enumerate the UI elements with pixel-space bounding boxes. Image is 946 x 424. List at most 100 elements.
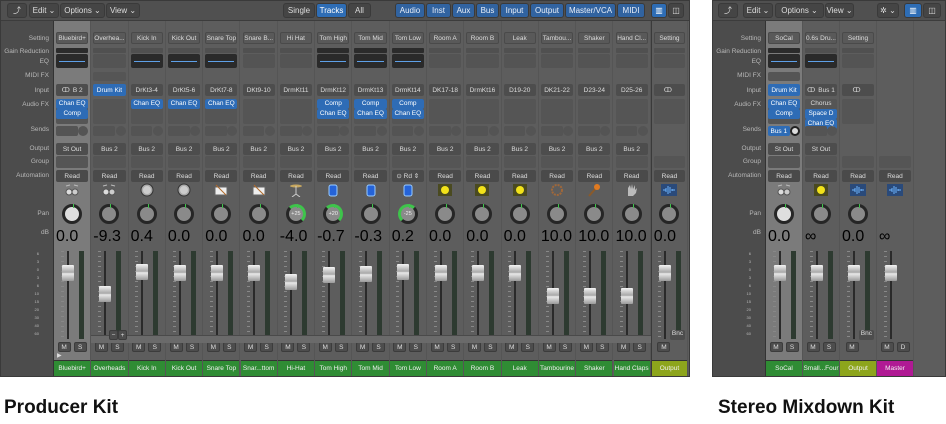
shaker-icon[interactable] [586, 183, 602, 197]
input-slot[interactable]: Drum Kit [768, 84, 800, 96]
expand-triangle-icon[interactable]: ▶ [57, 352, 62, 359]
group-slot[interactable] [615, 156, 648, 168]
send-slot[interactable] [167, 126, 190, 136]
group-slot[interactable] [879, 156, 911, 168]
eq-thumbnail[interactable] [317, 54, 350, 68]
send-level-knob[interactable] [525, 126, 536, 136]
pan-knob[interactable] [509, 204, 530, 224]
remove-channel-button[interactable]: − [109, 330, 118, 340]
eq-thumbnail[interactable] [466, 54, 499, 68]
automation-mode-button[interactable]: Read [167, 170, 201, 182]
output-slot[interactable]: Bus 2 [167, 143, 201, 155]
setting-button[interactable]: Snare Top [205, 32, 238, 44]
automation-mode-button[interactable]: Read [615, 170, 648, 182]
output-slot[interactable]: St Out [805, 143, 837, 155]
send-slot[interactable] [391, 126, 414, 136]
room-icon[interactable] [512, 183, 528, 197]
send-slot[interactable] [317, 126, 339, 136]
output-slot[interactable]: St Out [56, 143, 89, 155]
automation-mode-button[interactable]: Read [578, 170, 611, 182]
output-slot[interactable]: Bus 2 [279, 143, 313, 155]
channel-name[interactable]: Tom Mid [352, 360, 389, 376]
volume-fader[interactable] [847, 265, 860, 281]
eq-thumbnail[interactable] [768, 54, 800, 68]
mute-button[interactable]: M [169, 342, 183, 352]
output-slot[interactable]: Bus 2 [578, 143, 611, 155]
volume-fader[interactable] [173, 265, 186, 281]
channel-name[interactable]: Snar...ttom [240, 360, 277, 376]
audio-fx-plugin[interactable]: Chan EQ [391, 109, 424, 119]
mute-button[interactable]: M [845, 342, 859, 352]
setting-button[interactable]: SoCal [768, 32, 800, 44]
send-level-knob[interactable] [637, 126, 648, 136]
send-level-knob[interactable] [563, 126, 574, 136]
group-slot[interactable] [805, 156, 837, 168]
automation-mode-button[interactable]: Read [805, 170, 837, 182]
group-slot[interactable] [503, 156, 536, 168]
input-slot[interactable]: DKt9-10 [242, 84, 275, 96]
snare-icon[interactable] [213, 183, 229, 197]
eq-thumbnail[interactable] [242, 54, 275, 68]
solo-button[interactable]: S [483, 342, 497, 352]
wave-icon[interactable] [850, 183, 866, 197]
pan-knob[interactable] [99, 204, 120, 224]
input-slot[interactable]: DrmKt16 [466, 84, 499, 96]
setting-button[interactable]: Kick Out [167, 32, 201, 44]
wave-icon[interactable] [887, 183, 903, 197]
mute-button[interactable]: M [393, 342, 407, 352]
automation-mode-button[interactable]: Read [653, 170, 686, 182]
tom-icon[interactable] [325, 183, 341, 197]
input-slot[interactable]: DrKt7-8 [205, 84, 238, 96]
midi-fx-slot[interactable] [93, 72, 126, 81]
pan-knob[interactable] [472, 204, 493, 224]
group-slot[interactable] [429, 156, 462, 168]
eq-thumbnail[interactable] [93, 54, 126, 68]
volume-fader[interactable] [98, 286, 111, 303]
eq-thumbnail[interactable] [130, 54, 163, 68]
output-slot[interactable]: Bus 2 [93, 143, 126, 155]
solo-button[interactable]: S [521, 342, 535, 352]
setting-button[interactable]: 0.6s Dru... [805, 32, 837, 44]
volume-fader[interactable] [434, 265, 447, 281]
output-slot[interactable]: St Out [768, 143, 800, 155]
bounce-button[interactable]: Bnc [858, 330, 874, 340]
mute-button[interactable]: M [94, 342, 108, 352]
channel-name[interactable]: Room A [427, 360, 464, 376]
pan-knob[interactable] [621, 204, 642, 224]
pan-knob[interactable] [774, 204, 794, 224]
send-slot[interactable] [354, 126, 377, 136]
send-level-knob[interactable] [152, 126, 163, 136]
group-slot[interactable] [167, 156, 201, 168]
input-slot[interactable]: D23-24 [578, 84, 611, 96]
mute-button[interactable]: M [57, 342, 71, 352]
pan-knob[interactable] [211, 204, 232, 224]
setting-button[interactable]: Tom High [317, 32, 350, 44]
volume-fader[interactable] [773, 265, 786, 281]
edit-menu[interactable]: Edit ⌄ [743, 3, 773, 18]
solo-button[interactable]: S [110, 342, 124, 352]
channel-name[interactable]: Output [651, 360, 688, 376]
automation-mode-button[interactable]: Read [429, 170, 462, 182]
audio-fx-plugin[interactable]: Comp [354, 99, 387, 109]
solo-button[interactable]: S [297, 342, 311, 352]
channel-name[interactable]: Overheads [91, 360, 128, 376]
automation-mode-button[interactable]: Read [540, 170, 574, 182]
solo-button[interactable]: S [222, 342, 236, 352]
channel-name[interactable]: Bluebird+ [54, 360, 91, 376]
audio-fx-plugin[interactable]: Comp [56, 109, 89, 119]
mute-button[interactable]: M [318, 342, 332, 352]
send-level-knob[interactable] [190, 126, 201, 136]
group-slot[interactable] [391, 156, 424, 168]
automation-mode-button[interactable]: Read [842, 170, 874, 182]
volume-fader[interactable] [810, 265, 823, 281]
group-slot[interactable] [205, 156, 238, 168]
mute-button[interactable]: M [579, 342, 593, 352]
setting-button[interactable]: Snare B... [242, 32, 275, 44]
output-slot[interactable]: Bus 2 [466, 143, 499, 155]
input-slot[interactable]: DK21-22 [540, 84, 574, 96]
input-slot[interactable]: D19-20 [503, 84, 536, 96]
bounce-button[interactable]: Bnc [669, 330, 686, 340]
output-slot[interactable]: Bus 2 [615, 143, 648, 155]
drumkit-icon[interactable] [64, 183, 80, 197]
input-slot[interactable]: DrKt3-4 [130, 84, 163, 96]
